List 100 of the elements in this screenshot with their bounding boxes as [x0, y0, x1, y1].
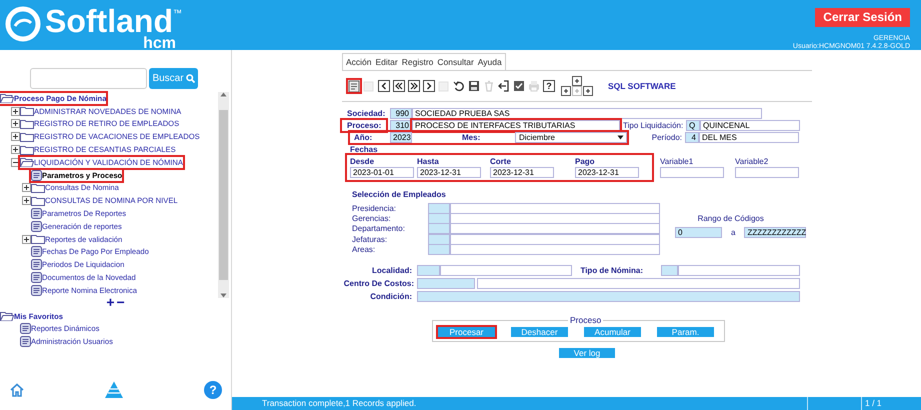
expand-icon[interactable] [22, 196, 31, 206]
field-label: Centro De Costos: [342, 278, 414, 289]
group-title: Proceso [569, 314, 602, 327]
last-icon[interactable] [408, 80, 420, 92]
zoom-control[interactable]: − [116, 298, 125, 307]
help-button[interactable]: ? [543, 80, 555, 92]
field-label: Condición: [369, 290, 412, 302]
dropdown-caret-icon[interactable] [617, 135, 624, 140]
menu-item[interactable]: Consultar [435, 56, 476, 68]
variable-field[interactable] [660, 167, 724, 178]
folder-icon [20, 106, 34, 116]
name-field[interactable] [450, 202, 660, 214]
field-label: Sociedad: [346, 108, 386, 119]
month-dropdown[interactable]: Diciembre [515, 132, 627, 143]
document-icon [31, 170, 42, 181]
nav-pad-icon[interactable] [572, 76, 582, 86]
folder-icon [31, 234, 45, 244]
form-icon[interactable] [348, 80, 360, 92]
range-to-field[interactable]: ZZZZZZZZZZZZ [744, 227, 806, 238]
document-icon [31, 284, 42, 296]
name-field[interactable]: PROCESO DE INTERFACES TRIBUTARIAS [412, 120, 620, 131]
date-field[interactable]: 2023-01-01 [350, 167, 414, 178]
code-field[interactable] [428, 234, 450, 245]
expand-icon[interactable] [22, 183, 31, 192]
date-field[interactable]: 2023-12-31 [575, 167, 639, 178]
folder-icon [20, 118, 34, 129]
field-label: Hasta [417, 156, 440, 167]
expand-icon[interactable] [11, 119, 20, 128]
date-field[interactable]: 2023-12-31 [417, 167, 481, 178]
document-icon [20, 336, 31, 347]
undo-icon[interactable] [453, 80, 465, 92]
menu-item[interactable]: Registro [400, 56, 436, 68]
range-separator: a [731, 227, 736, 238]
code-field[interactable] [417, 278, 475, 289]
code-field[interactable]: 990 [390, 108, 412, 119]
expand-icon[interactable] [11, 106, 20, 116]
scroll-up-icon[interactable] [220, 92, 227, 97]
product-name: hcm [143, 37, 176, 51]
exit-icon[interactable] [498, 80, 510, 92]
name-field[interactable] [477, 278, 800, 289]
scroll-down-icon[interactable] [220, 293, 227, 298]
trademark-sign: ™ [172, 8, 182, 18]
checklist-icon[interactable] [513, 80, 525, 92]
year-field[interactable]: 2023 [390, 132, 412, 143]
document-icon [31, 259, 42, 270]
field-label: Departamento: [352, 223, 406, 234]
section-label: Rango de Códigos [698, 213, 764, 224]
menu-item[interactable]: Acción [344, 56, 374, 68]
name-field[interactable]: QUINCENAL [700, 120, 800, 131]
code-field[interactable]: Q [686, 120, 700, 131]
name-field[interactable] [440, 264, 572, 276]
code-field[interactable]: 4 [685, 132, 699, 143]
code-field[interactable] [428, 202, 450, 214]
name-field[interactable] [450, 244, 660, 256]
range-from-field[interactable]: 0 [675, 227, 722, 238]
name-field[interactable] [450, 213, 660, 224]
condition-field[interactable] [417, 290, 800, 302]
home-icon[interactable] [10, 383, 24, 397]
scrollbar-thumb[interactable] [219, 110, 228, 280]
code-field[interactable] [428, 244, 450, 256]
expand-icon[interactable] [11, 132, 20, 142]
name-field[interactable] [678, 264, 800, 276]
menu-item[interactable]: Editar [374, 56, 400, 68]
field-label: Tipo Liquidación: [623, 120, 684, 131]
expand-icon[interactable] [11, 145, 20, 154]
date-field[interactable]: 2023-12-31 [490, 167, 554, 178]
zoom-control[interactable]: + [106, 298, 114, 307]
field-label: Pago [575, 156, 596, 167]
nav-pad-icon[interactable] [583, 86, 593, 96]
folder-icon [20, 144, 34, 155]
search-icon [186, 74, 195, 82]
field-label: Variable1 [660, 156, 694, 167]
name-field[interactable] [450, 234, 660, 245]
document-icon [31, 246, 42, 258]
logout-button[interactable]: Cerrar Sesión [815, 8, 910, 27]
folder-icon [20, 132, 34, 142]
name-field[interactable]: SOCIEDAD PRUEBA SAS [412, 108, 762, 119]
code-field[interactable] [417, 264, 440, 276]
section-label: Fechas [350, 144, 379, 155]
scrollbar[interactable] [218, 92, 229, 298]
variable-field[interactable] [735, 167, 799, 178]
nav-pad-icon[interactable] [561, 86, 571, 96]
field-label: Corte [490, 156, 512, 167]
first-icon[interactable] [393, 80, 405, 92]
name-field[interactable] [450, 223, 660, 234]
code-field[interactable] [428, 213, 450, 224]
pyramid-logo-icon[interactable] [104, 380, 124, 400]
field-label: Proceso: [342, 120, 386, 131]
menu-item[interactable]: Ayuda [476, 56, 504, 68]
code-field[interactable] [428, 223, 450, 234]
next-icon[interactable] [423, 80, 435, 92]
name-field[interactable]: DEL MES [699, 132, 799, 143]
save-icon[interactable] [468, 80, 480, 92]
previous-icon[interactable] [378, 80, 390, 92]
field-label: Jefaturas: [352, 234, 388, 245]
collapse-icon[interactable] [11, 158, 20, 167]
code-field[interactable] [661, 264, 678, 276]
search-field[interactable] [30, 68, 147, 88]
field-label: Desde [350, 156, 376, 167]
expand-icon[interactable] [22, 234, 31, 244]
